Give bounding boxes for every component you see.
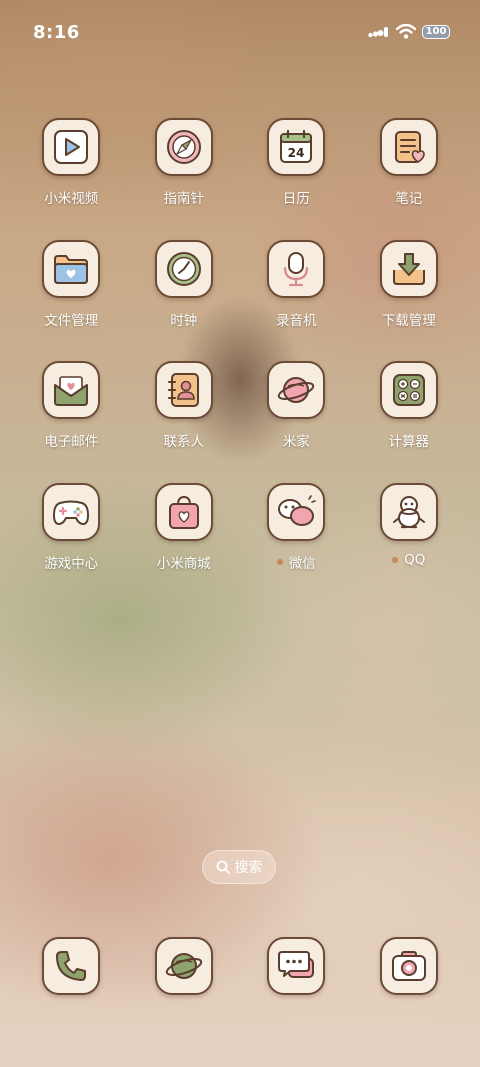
notes-icon <box>394 131 425 163</box>
app-wechat[interactable]: 微信 <box>240 482 353 605</box>
clock-icon <box>166 251 201 286</box>
app-tile[interactable] <box>379 118 438 176</box>
new-install-dot <box>276 558 283 565</box>
app-notes[interactable]: 笔记 <box>353 118 466 240</box>
app-email[interactable]: 电子邮件 <box>15 361 128 483</box>
app-label: 小米视频 <box>44 191 99 207</box>
app-tile[interactable] <box>379 361 438 419</box>
shopping-bag-icon <box>168 495 199 529</box>
calculator-icon <box>392 374 425 406</box>
app-compass[interactable]: 指南针 <box>128 118 241 240</box>
app-label: 计算器 <box>388 434 430 450</box>
app-tile[interactable] <box>42 482 101 541</box>
app-tile[interactable] <box>42 361 101 419</box>
download-icon <box>392 252 425 285</box>
dock-browser[interactable] <box>128 937 241 995</box>
search-label: 搜索 <box>234 860 263 876</box>
status-time: 8:16 <box>33 22 80 43</box>
app-label: 电子邮件 <box>44 434 99 450</box>
search-icon <box>216 860 230 874</box>
chat-bubbles-icon <box>278 494 317 526</box>
signal-bars-icon <box>368 26 388 37</box>
phone-icon <box>56 951 87 981</box>
app-mi-store[interactable]: 小米商城 <box>128 482 241 605</box>
app-label: 文件管理 <box>44 312 99 329</box>
app-recorder[interactable]: 录音机 <box>240 239 353 362</box>
app-tile[interactable] <box>379 482 438 541</box>
app-tile[interactable] <box>154 482 213 541</box>
app-clock[interactable]: 时钟 <box>128 239 241 362</box>
app-tile[interactable] <box>154 239 213 298</box>
status-bar: 8:16 100 <box>0 0 480 66</box>
app-mi-video[interactable]: 小米视频 <box>15 118 128 240</box>
app-calculator[interactable]: 计算器 <box>353 361 466 483</box>
app-tile[interactable] <box>267 937 326 995</box>
video-play-icon <box>54 130 89 164</box>
app-label: 录音机 <box>276 312 317 329</box>
app-tile[interactable] <box>267 361 326 419</box>
mail-icon <box>54 376 89 406</box>
browser-planet-icon <box>165 953 202 979</box>
camera-icon <box>391 951 426 981</box>
app-contacts[interactable]: 联系人 <box>128 361 241 483</box>
app-tile[interactable] <box>154 118 213 176</box>
app-label: 指南针 <box>163 191 205 207</box>
app-tile[interactable] <box>379 937 438 995</box>
app-game-center[interactable]: 游戏中心 <box>15 482 128 605</box>
new-install-dot <box>392 556 399 563</box>
wifi-icon <box>396 24 416 39</box>
app-label: 时钟 <box>170 312 198 329</box>
dock-messages[interactable] <box>240 937 353 995</box>
app-tile[interactable] <box>379 239 438 298</box>
app-tile[interactable]: 24 <box>267 118 326 176</box>
contacts-icon <box>167 373 199 407</box>
planet-icon <box>278 377 315 403</box>
app-label: 下载管理 <box>381 312 436 329</box>
app-tile[interactable] <box>154 361 213 419</box>
dock-phone[interactable] <box>15 937 128 995</box>
app-tile[interactable] <box>267 239 326 298</box>
battery-indicator: 100 <box>422 24 450 39</box>
app-qq[interactable]: QQ <box>353 482 466 605</box>
app-label: 微信 <box>276 552 316 572</box>
app-label: 日历 <box>282 191 310 207</box>
app-tile[interactable] <box>42 239 101 298</box>
dock <box>15 937 465 995</box>
app-calendar[interactable]: 24 日历 <box>240 118 353 240</box>
penguin-icon <box>392 495 425 528</box>
calendar-icon: 24 <box>280 129 313 163</box>
search-button[interactable]: 搜索 <box>202 850 276 884</box>
app-download-manager[interactable]: 下载管理 <box>353 239 466 362</box>
app-tile[interactable] <box>267 482 326 541</box>
app-label: 游戏中心 <box>44 555 99 572</box>
app-label: QQ <box>392 552 425 568</box>
app-mijia[interactable]: 米家 <box>240 361 353 483</box>
app-label: 小米商城 <box>156 555 211 572</box>
app-file-manager[interactable]: 文件管理 <box>15 239 128 362</box>
messages-icon <box>278 951 315 978</box>
app-label: 联系人 <box>163 434 205 450</box>
app-tile[interactable] <box>154 937 213 995</box>
compass-icon <box>166 130 201 164</box>
app-label: 米家 <box>282 434 310 450</box>
calendar-day: 24 <box>288 146 305 160</box>
microphone-icon <box>284 251 309 286</box>
dock-camera[interactable] <box>353 937 466 995</box>
folder-icon <box>54 254 89 284</box>
app-tile[interactable] <box>42 937 101 995</box>
status-icons: 100 <box>368 24 450 39</box>
app-grid: 小米视频 指南针 24 日历 笔记 文件管理 时钟 录音机 下载管理 电子邮件 … <box>15 118 465 604</box>
app-tile[interactable] <box>42 118 101 176</box>
gamepad-icon <box>53 500 90 525</box>
app-label: 笔记 <box>395 191 423 207</box>
